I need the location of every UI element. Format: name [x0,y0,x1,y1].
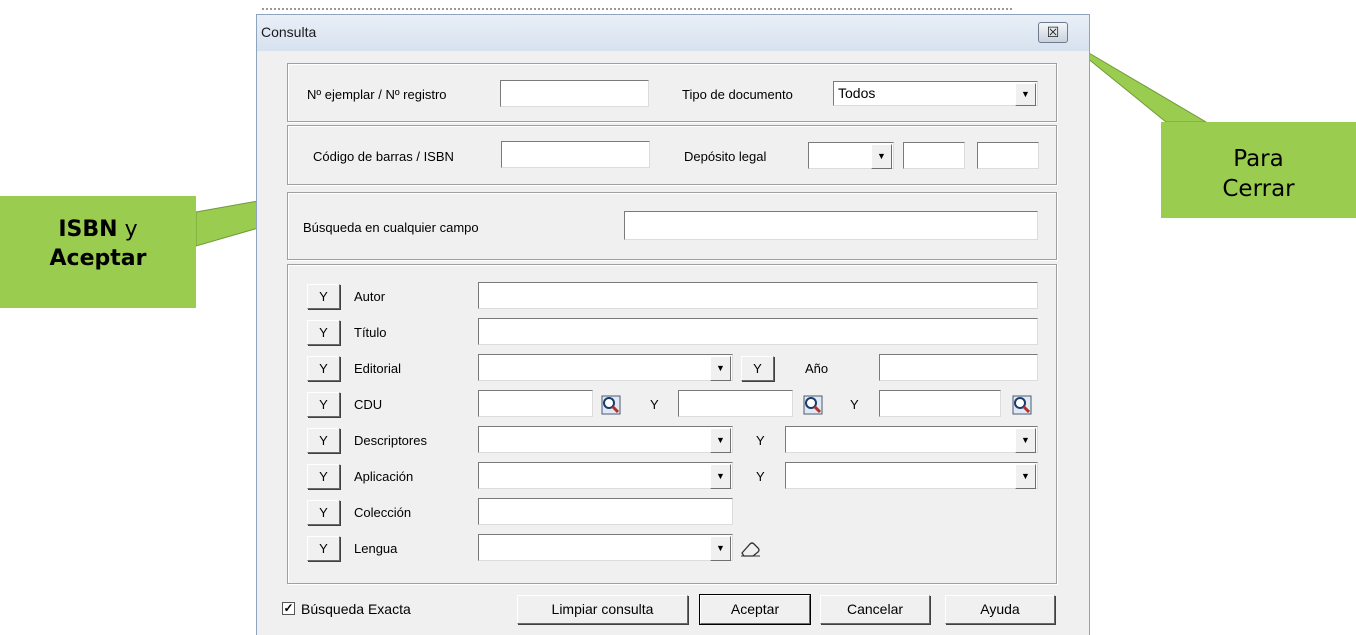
aceptar-button[interactable]: Aceptar [699,594,811,625]
descriptores-select-1[interactable]: ▼ [478,426,733,453]
consulta-dialog: Consulta ☒ Nº ejemplar / Nº registro Tip… [256,14,1090,635]
aplicacion-and-label: Y [756,469,765,484]
editorial-select[interactable]: ▼ [478,354,733,381]
descriptores-select-2[interactable]: ▼ [785,426,1038,453]
autor-input[interactable] [478,282,1038,309]
deposito-legal-select[interactable]: ▼ [808,142,894,169]
busqueda-group: Búsqueda en cualquier campo [287,192,1057,260]
titulo-input[interactable] [478,318,1038,345]
anio-input[interactable] [879,354,1038,381]
aplicacion-label: Aplicación [354,469,414,484]
anio-label: Año [805,361,829,376]
campos-group: Y Autor Y Título Y Editorial ▼ Y Año Y C… [287,264,1057,584]
callout-cerrar-text: Cerrar [1222,176,1295,202]
and-button-lengua[interactable]: Y [307,536,340,561]
cdu-input-2[interactable] [678,390,793,417]
tipo-documento-value: Todos [838,85,876,101]
magnifier-icon[interactable] [1012,395,1032,415]
cancelar-button[interactable]: Cancelar [820,595,930,624]
exacta-checkbox[interactable]: ✓ [282,602,295,615]
coleccion-input[interactable] [478,498,733,525]
deposito-legal-number-input[interactable] [903,142,965,169]
codigo-barras-input[interactable] [501,141,650,168]
exacta-label: Búsqueda Exacta [301,601,411,617]
registro-group: Nº ejemplar / Nº registro Tipo de docume… [287,63,1057,122]
and-button-titulo[interactable]: Y [307,320,340,345]
cdu-input-1[interactable] [478,390,593,417]
callout-isbn-text: ISBN [58,217,118,242]
lengua-label: Lengua [354,541,398,556]
editorial-label: Editorial [354,361,401,376]
coleccion-label: Colección [354,505,412,520]
codigo-barras-label: Código de barras / ISBN [313,149,454,164]
close-button[interactable]: ☒ [1038,22,1068,43]
aplicacion-select-1[interactable]: ▼ [478,462,733,489]
and-button-autor[interactable]: Y [307,284,340,309]
dialog-title: Consulta [261,24,317,40]
callout-aceptar-text: Aceptar [49,246,147,271]
dropdown-arrow-icon[interactable]: ▼ [710,536,731,561]
and-button-coleccion[interactable]: Y [307,500,340,525]
limpiar-consulta-button[interactable]: Limpiar consulta [517,595,688,624]
ejemplar-label: Nº ejemplar / Nº registro [307,87,447,102]
title-bar: Consulta ☒ [257,15,1089,51]
codigo-group: Código de barras / ISBN Depósito legal ▼ [287,125,1057,185]
cdu-and-label-2: Y [850,397,859,412]
descriptores-and-label: Y [756,433,765,448]
cdu-and-label-1: Y [650,397,659,412]
dropdown-arrow-icon[interactable]: ▼ [1015,464,1036,489]
and-button-editorial[interactable]: Y [307,356,340,381]
ayuda-button[interactable]: Ayuda [945,595,1055,624]
ejemplar-input[interactable] [500,80,649,107]
dropdown-arrow-icon[interactable]: ▼ [710,464,731,489]
dropdown-arrow-icon[interactable]: ▼ [1015,428,1036,453]
lengua-select[interactable]: ▼ [478,534,733,561]
dropdown-arrow-icon[interactable]: ▼ [1015,83,1036,106]
tipo-documento-select[interactable]: Todos ▼ [833,81,1038,106]
callout-y-text: y [117,217,138,242]
aplicacion-select-2[interactable]: ▼ [785,462,1038,489]
callout-para-text: Para [1233,146,1284,172]
eraser-icon[interactable] [740,541,762,557]
and-button-descriptores[interactable]: Y [307,428,340,453]
dropdown-arrow-icon[interactable]: ▼ [710,428,731,453]
magnifier-icon[interactable] [601,395,621,415]
descriptores-label: Descriptores [354,433,427,448]
and-button-anio[interactable]: Y [741,356,774,381]
cdu-label: CDU [354,397,383,412]
deposito-legal-year-input[interactable] [977,142,1039,169]
titulo-label: Título [354,325,387,340]
cdu-input-3[interactable] [879,390,1001,417]
busqueda-label: Búsqueda en cualquier campo [303,220,479,235]
busqueda-input[interactable] [624,211,1038,240]
cerrar-callout: Para Cerrar [1161,122,1356,218]
dropdown-arrow-icon[interactable]: ▼ [710,356,731,381]
magnifier-icon[interactable] [803,395,823,415]
isbn-callout: ISBN y Aceptar [0,196,196,308]
and-button-cdu[interactable]: Y [307,392,340,417]
dropdown-arrow-icon[interactable]: ▼ [871,144,892,169]
tipo-documento-label: Tipo de documento [682,87,793,102]
and-button-aplicacion[interactable]: Y [307,464,340,489]
autor-label: Autor [354,289,386,304]
deposito-legal-label: Depósito legal [684,149,767,164]
